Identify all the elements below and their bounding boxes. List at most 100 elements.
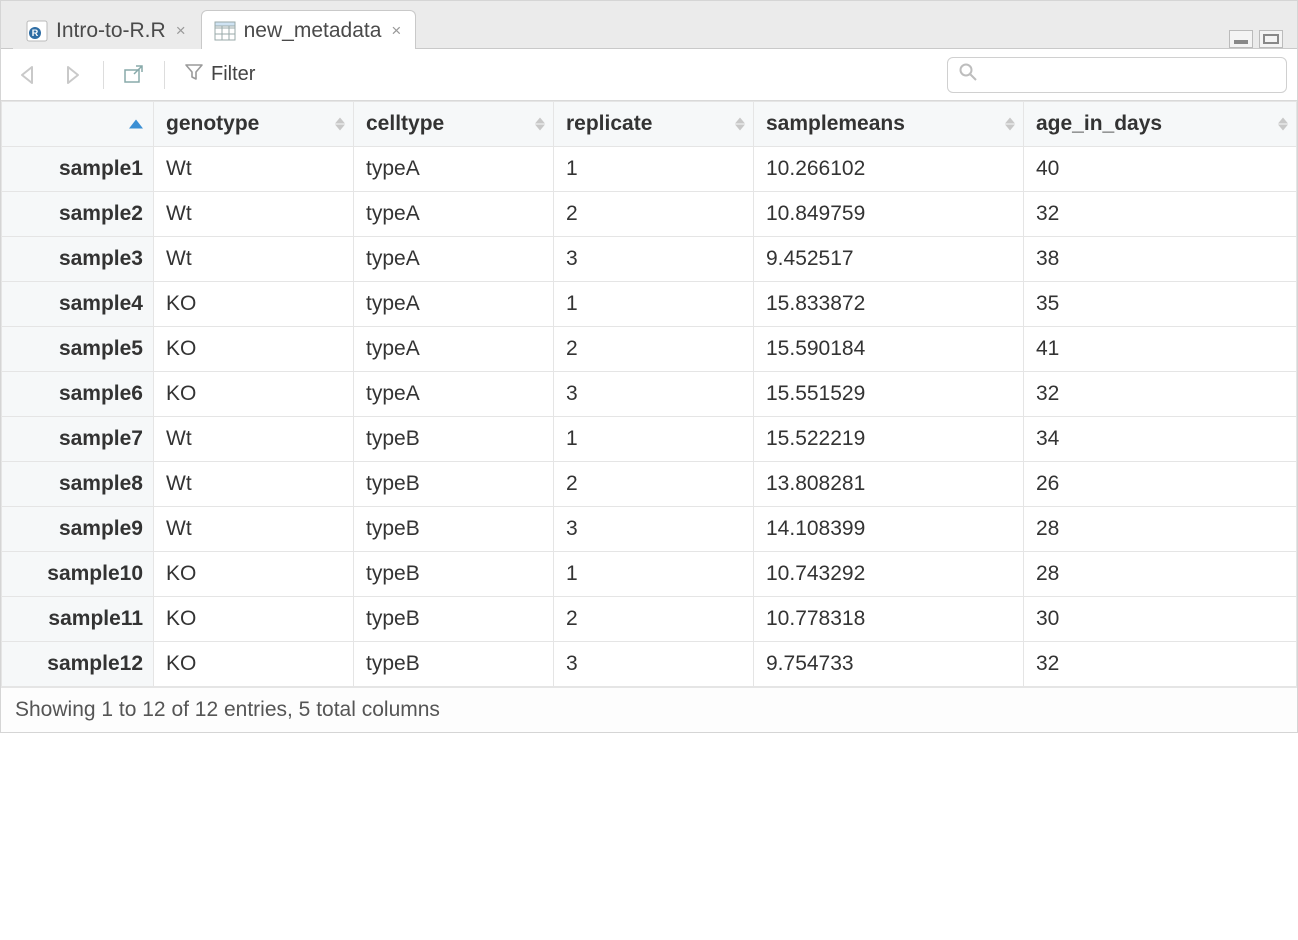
col-header-genotype[interactable]: genotype xyxy=(154,102,354,147)
cell-replicate[interactable]: 1 xyxy=(554,417,754,462)
minimize-button[interactable] xyxy=(1229,30,1253,48)
cell-replicate[interactable]: 3 xyxy=(554,507,754,552)
cell-samplemeans[interactable]: 10.743292 xyxy=(754,552,1024,597)
table-row[interactable]: sample4KOtypeA115.83387235 xyxy=(2,282,1297,327)
cell-age_in_days[interactable]: 40 xyxy=(1024,147,1297,192)
table-row[interactable]: sample9WttypeB314.10839928 xyxy=(2,507,1297,552)
cell-age_in_days[interactable]: 32 xyxy=(1024,642,1297,687)
row-name[interactable]: sample9 xyxy=(2,507,154,552)
cell-samplemeans[interactable]: 15.833872 xyxy=(754,282,1024,327)
row-name[interactable]: sample7 xyxy=(2,417,154,462)
cell-genotype[interactable]: KO xyxy=(154,372,354,417)
cell-celltype[interactable]: typeA xyxy=(354,372,554,417)
cell-celltype[interactable]: typeB xyxy=(354,642,554,687)
cell-celltype[interactable]: typeB xyxy=(354,417,554,462)
cell-celltype[interactable]: typeA xyxy=(354,147,554,192)
col-header-rownames[interactable] xyxy=(2,102,154,147)
back-button[interactable] xyxy=(11,62,45,88)
cell-samplemeans[interactable]: 9.452517 xyxy=(754,237,1024,282)
row-name[interactable]: sample3 xyxy=(2,237,154,282)
cell-celltype[interactable]: typeA xyxy=(354,237,554,282)
cell-samplemeans[interactable]: 15.590184 xyxy=(754,327,1024,372)
cell-genotype[interactable]: KO xyxy=(154,642,354,687)
table-row[interactable]: sample11KOtypeB210.77831830 xyxy=(2,597,1297,642)
cell-genotype[interactable]: KO xyxy=(154,327,354,372)
cell-samplemeans[interactable]: 15.551529 xyxy=(754,372,1024,417)
row-name[interactable]: sample6 xyxy=(2,372,154,417)
cell-celltype[interactable]: typeA xyxy=(354,282,554,327)
cell-genotype[interactable]: KO xyxy=(154,282,354,327)
row-name[interactable]: sample11 xyxy=(2,597,154,642)
cell-celltype[interactable]: typeA xyxy=(354,192,554,237)
cell-replicate[interactable]: 2 xyxy=(554,597,754,642)
cell-genotype[interactable]: Wt xyxy=(154,192,354,237)
table-row[interactable]: sample12KOtypeB39.75473332 xyxy=(2,642,1297,687)
col-header-celltype[interactable]: celltype xyxy=(354,102,554,147)
search-box[interactable] xyxy=(947,57,1287,93)
table-row[interactable]: sample1WttypeA110.26610240 xyxy=(2,147,1297,192)
col-header-age-in-days[interactable]: age_in_days xyxy=(1024,102,1297,147)
row-name[interactable]: sample8 xyxy=(2,462,154,507)
cell-celltype[interactable]: typeB xyxy=(354,552,554,597)
cell-samplemeans[interactable]: 15.522219 xyxy=(754,417,1024,462)
row-name[interactable]: sample10 xyxy=(2,552,154,597)
table-row[interactable]: sample7WttypeB115.52221934 xyxy=(2,417,1297,462)
cell-replicate[interactable]: 1 xyxy=(554,282,754,327)
cell-age_in_days[interactable]: 34 xyxy=(1024,417,1297,462)
close-icon[interactable]: × xyxy=(176,21,186,41)
cell-genotype[interactable]: Wt xyxy=(154,237,354,282)
cell-replicate[interactable]: 3 xyxy=(554,237,754,282)
cell-age_in_days[interactable]: 38 xyxy=(1024,237,1297,282)
cell-age_in_days[interactable]: 30 xyxy=(1024,597,1297,642)
forward-button[interactable] xyxy=(55,62,89,88)
cell-genotype[interactable]: KO xyxy=(154,552,354,597)
close-icon[interactable]: × xyxy=(391,21,401,41)
cell-replicate[interactable]: 1 xyxy=(554,147,754,192)
cell-celltype[interactable]: typeA xyxy=(354,327,554,372)
row-name[interactable]: sample2 xyxy=(2,192,154,237)
tab-intro-to-r[interactable]: R Intro-to-R.R × xyxy=(13,10,201,49)
table-row[interactable]: sample10KOtypeB110.74329228 xyxy=(2,552,1297,597)
cell-age_in_days[interactable]: 32 xyxy=(1024,192,1297,237)
cell-samplemeans[interactable]: 14.108399 xyxy=(754,507,1024,552)
cell-age_in_days[interactable]: 26 xyxy=(1024,462,1297,507)
search-input[interactable] xyxy=(978,63,1276,86)
table-row[interactable]: sample8WttypeB213.80828126 xyxy=(2,462,1297,507)
cell-celltype[interactable]: typeB xyxy=(354,462,554,507)
cell-samplemeans[interactable]: 10.266102 xyxy=(754,147,1024,192)
table-row[interactable]: sample6KOtypeA315.55152932 xyxy=(2,372,1297,417)
cell-replicate[interactable]: 2 xyxy=(554,327,754,372)
cell-genotype[interactable]: Wt xyxy=(154,147,354,192)
row-name[interactable]: sample1 xyxy=(2,147,154,192)
table-row[interactable]: sample2WttypeA210.84975932 xyxy=(2,192,1297,237)
col-header-replicate[interactable]: replicate xyxy=(554,102,754,147)
cell-celltype[interactable]: typeB xyxy=(354,507,554,552)
popout-button[interactable] xyxy=(118,62,150,88)
cell-genotype[interactable]: Wt xyxy=(154,462,354,507)
cell-samplemeans[interactable]: 10.849759 xyxy=(754,192,1024,237)
cell-genotype[interactable]: Wt xyxy=(154,507,354,552)
maximize-button[interactable] xyxy=(1259,30,1283,48)
cell-samplemeans[interactable]: 13.808281 xyxy=(754,462,1024,507)
cell-celltype[interactable]: typeB xyxy=(354,597,554,642)
col-header-samplemeans[interactable]: samplemeans xyxy=(754,102,1024,147)
row-name[interactable]: sample5 xyxy=(2,327,154,372)
cell-replicate[interactable]: 3 xyxy=(554,642,754,687)
cell-samplemeans[interactable]: 10.778318 xyxy=(754,597,1024,642)
cell-age_in_days[interactable]: 28 xyxy=(1024,552,1297,597)
cell-age_in_days[interactable]: 41 xyxy=(1024,327,1297,372)
row-name[interactable]: sample4 xyxy=(2,282,154,327)
filter-button[interactable]: Filter xyxy=(179,59,259,91)
cell-replicate[interactable]: 1 xyxy=(554,552,754,597)
cell-age_in_days[interactable]: 35 xyxy=(1024,282,1297,327)
cell-samplemeans[interactable]: 9.754733 xyxy=(754,642,1024,687)
cell-age_in_days[interactable]: 32 xyxy=(1024,372,1297,417)
tab-new-metadata[interactable]: new_metadata × xyxy=(201,10,417,49)
cell-replicate[interactable]: 2 xyxy=(554,462,754,507)
cell-replicate[interactable]: 2 xyxy=(554,192,754,237)
table-row[interactable]: sample3WttypeA39.45251738 xyxy=(2,237,1297,282)
table-row[interactable]: sample5KOtypeA215.59018441 xyxy=(2,327,1297,372)
cell-age_in_days[interactable]: 28 xyxy=(1024,507,1297,552)
cell-genotype[interactable]: Wt xyxy=(154,417,354,462)
cell-replicate[interactable]: 3 xyxy=(554,372,754,417)
